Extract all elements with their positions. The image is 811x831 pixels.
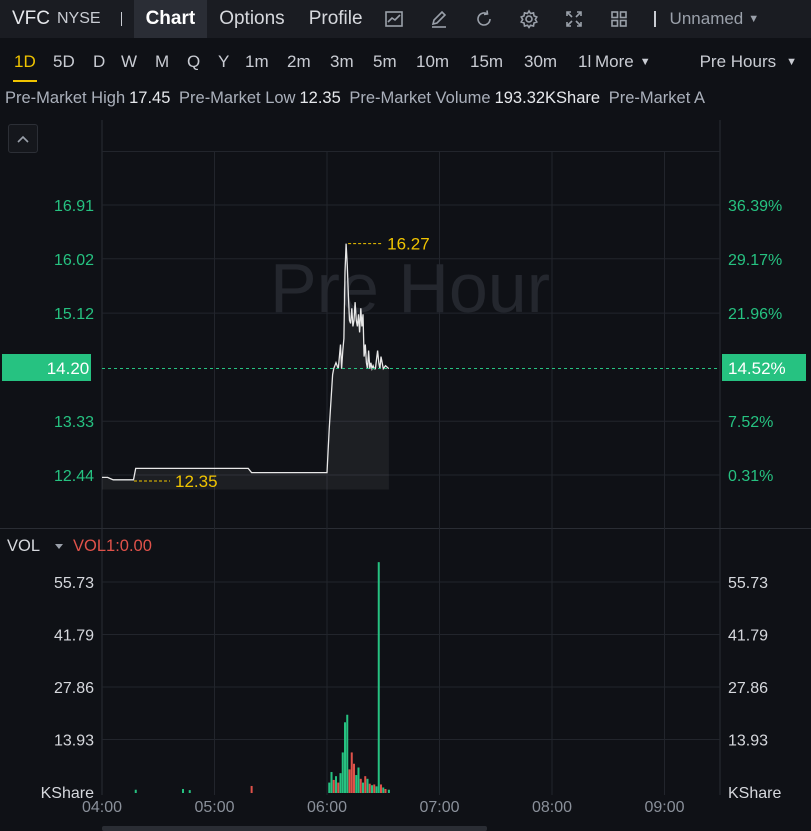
- volume-bar: [328, 782, 331, 793]
- price-area: [102, 243, 389, 490]
- volume-bar: [332, 779, 335, 793]
- y-right-tick-label: 29.17%: [728, 252, 782, 269]
- x-tick-label: 06:00: [307, 799, 347, 816]
- volume-bar: [357, 767, 360, 793]
- volume-bar: [182, 788, 184, 793]
- x-tick-label: 07:00: [419, 799, 459, 816]
- y-left-tick-label: 16.91: [54, 198, 94, 215]
- x-tick-label: 04:00: [82, 799, 122, 816]
- volume-bar: [346, 714, 349, 793]
- y-right-tick-label: 0.31%: [728, 468, 773, 485]
- volume-y-left-tick-label: 27.86: [54, 680, 94, 697]
- volume-bar: [250, 785, 253, 793]
- chart-canvas[interactable]: 16.91 36.39% 16.02 29.17% 15.12 21.96% 13.33 7.…: [0, 0, 811, 831]
- volume-title: VOL: [7, 537, 40, 555]
- volume-y-left-tick-label: 55.73: [54, 575, 94, 592]
- x-tick-label: 09:00: [644, 799, 684, 816]
- chart-watermark: Pre Hour: [270, 249, 550, 327]
- chevron-down-icon: [55, 544, 63, 549]
- volume-bar: [339, 773, 342, 793]
- volume-bar: [335, 776, 337, 793]
- volume-y-right-tick-label: 27.86: [728, 680, 768, 697]
- volume-bar: [355, 775, 358, 793]
- volume-bar: [373, 784, 376, 793]
- low-marker-label: 12.35: [175, 472, 218, 491]
- volume-bar: [337, 782, 340, 793]
- time-scrollbar: [102, 826, 487, 831]
- volume-bar: [188, 790, 191, 793]
- volume-y-right-tick-label: 13.93: [728, 733, 768, 750]
- current-price-label: 14.20: [47, 359, 90, 378]
- volume-bar: [350, 752, 353, 793]
- volume-bar: [375, 786, 378, 793]
- volume-y-left-tick-label: 13.93: [54, 733, 94, 750]
- volume-y-left-tick-label: 41.79: [54, 628, 94, 645]
- y-left-tick-label: 13.33: [54, 414, 94, 431]
- y-right-tick-label: 36.39%: [728, 198, 782, 215]
- x-tick-label: 05:00: [194, 799, 234, 816]
- volume-bar: [353, 763, 355, 793]
- volume-bar: [377, 562, 380, 793]
- current-change-label: 14.52%: [728, 359, 786, 378]
- y-left-tick-label: 16.02: [54, 252, 94, 269]
- volume-bar: [348, 769, 351, 793]
- volume-unit-right: KShare: [728, 785, 781, 802]
- volume-indicator-label: VOL1:0.00: [73, 537, 152, 555]
- volume-bar: [387, 789, 390, 793]
- volume-bar: [362, 782, 364, 793]
- volume-bar: [364, 776, 367, 793]
- high-marker-label: 16.27: [387, 235, 430, 254]
- volume-bar: [344, 722, 346, 793]
- x-tick-label: 08:00: [532, 799, 572, 816]
- volume-bar: [382, 787, 385, 793]
- volume-y-right-tick-label: 41.79: [728, 628, 768, 645]
- volume-bar: [380, 784, 382, 793]
- y-right-tick-label: 21.96%: [728, 306, 782, 323]
- volume-y-right-tick-label: 55.73: [728, 575, 768, 592]
- volume-bar: [384, 788, 387, 793]
- volume-bar: [341, 752, 344, 793]
- volume-bar: [368, 783, 371, 793]
- volume-bar: [366, 778, 369, 793]
- volume-bar: [134, 789, 137, 793]
- y-left-tick-label: 12.44: [54, 468, 94, 485]
- y-right-tick-label: 7.52%: [728, 414, 773, 431]
- volume-bar: [330, 772, 333, 793]
- volume-bar: [371, 785, 373, 793]
- y-left-tick-label: 15.12: [54, 306, 94, 323]
- volume-bar: [359, 778, 362, 793]
